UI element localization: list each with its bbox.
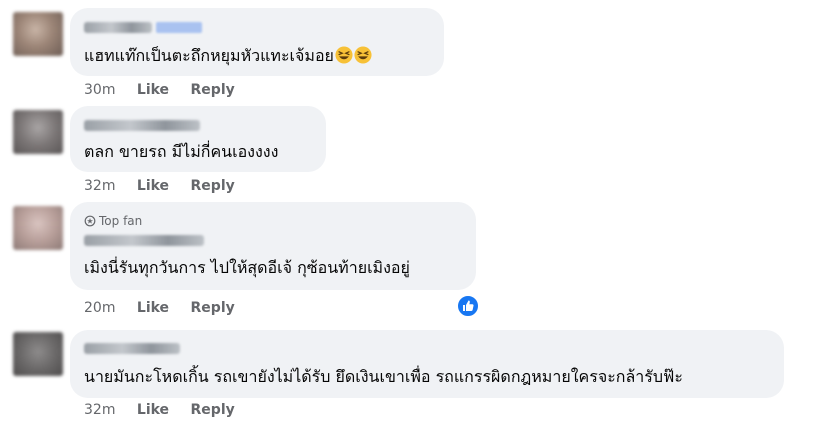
like-button[interactable]: Like xyxy=(137,300,169,316)
comment-bubble: Top fan เมิงนี่รันทุกวันการ ไปให้สุดอีเจ… xyxy=(70,202,476,290)
timestamp[interactable]: 20m xyxy=(84,300,115,316)
top-fan-label: Top fan xyxy=(99,214,143,228)
reply-button[interactable]: Reply xyxy=(191,300,235,316)
reply-button[interactable]: Reply xyxy=(191,402,235,418)
comment-actions: 30m Like Reply xyxy=(84,81,252,99)
comment-actions: 32m Like Reply xyxy=(84,177,252,195)
grinning-squinting-face-icon xyxy=(335,46,353,64)
like-button[interactable]: Like xyxy=(137,402,169,418)
comment-bubble: ตลก ขายรถ มีไม่กี่คนเองงงง xyxy=(70,106,326,172)
like-reaction-icon[interactable] xyxy=(457,295,479,317)
comment-actions: 20m Like Reply xyxy=(84,299,252,317)
comment-text: นายมันกะโหดเกิ้น รถเขายังไม่ได้รับ ยึดเง… xyxy=(84,367,683,386)
like-button[interactable]: Like xyxy=(137,178,169,194)
author-name-blurred[interactable] xyxy=(84,22,152,33)
timestamp[interactable]: 32m xyxy=(84,402,115,418)
top-fan-badge: Top fan xyxy=(84,214,142,228)
reply-button[interactable]: Reply xyxy=(191,82,235,98)
author-name-blurred-accent xyxy=(156,22,202,33)
comment-bubble: แฮทแท๊กเป็นตะถึกหยุมหัวแทะเจ้มอย xyxy=(70,8,444,76)
author-name-blurred[interactable] xyxy=(84,343,180,354)
like-button[interactable]: Like xyxy=(137,82,169,98)
author-name-blurred[interactable] xyxy=(84,120,200,131)
comment-bubble: นายมันกะโหดเกิ้น รถเขายังไม่ได้รับ ยึดเง… xyxy=(70,330,784,398)
comment-text-body: แฮทแท๊กเป็นตะถึกหยุมหัวแทะเจ้มอย xyxy=(84,46,334,65)
top-fan-icon xyxy=(84,215,96,227)
timestamp[interactable]: 32m xyxy=(84,178,115,194)
comment-text: ตลก ขายรถ มีไม่กี่คนเองงงง xyxy=(84,142,279,161)
grinning-squinting-face-icon xyxy=(354,46,372,64)
avatar[interactable] xyxy=(13,332,63,376)
timestamp[interactable]: 30m xyxy=(84,82,115,98)
comment-text: แฮทแท๊กเป็นตะถึกหยุมหัวแทะเจ้มอย xyxy=(84,46,372,66)
author-name-blurred[interactable] xyxy=(84,235,204,246)
avatar[interactable] xyxy=(13,206,63,250)
comment-text: เมิงนี่รันทุกวันการ ไปให้สุดอีเจ้ กุซ้อน… xyxy=(84,258,410,277)
comment-actions: 32m Like Reply xyxy=(84,401,252,419)
avatar[interactable] xyxy=(13,110,63,154)
avatar[interactable] xyxy=(13,12,63,56)
comment-thread: แฮทแท๊กเป็นตะถึกหยุมหัวแทะเจ้มอย 30m Lik… xyxy=(0,0,820,426)
reply-button[interactable]: Reply xyxy=(191,178,235,194)
